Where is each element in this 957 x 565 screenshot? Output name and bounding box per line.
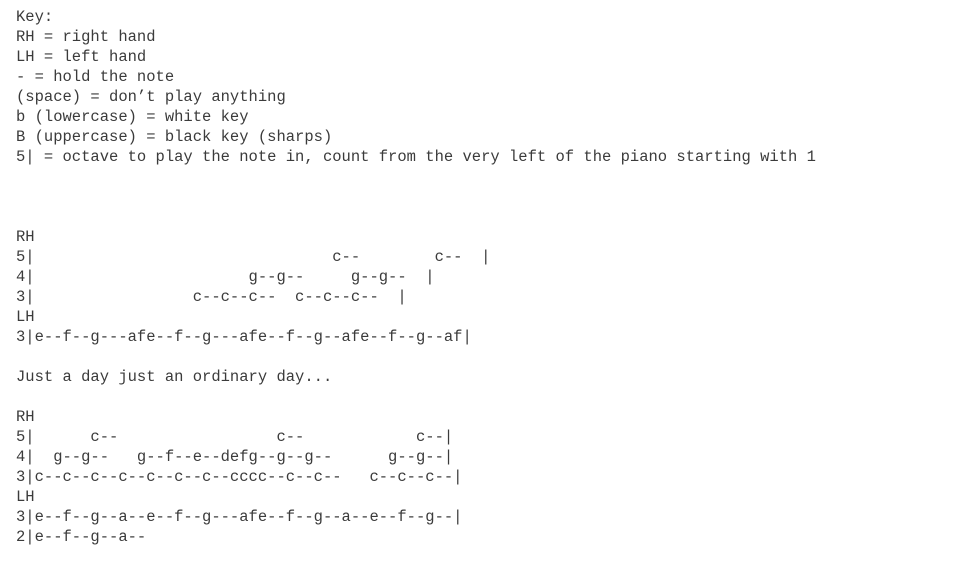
right-hand-label: RH	[16, 408, 35, 426]
tab-line-rh-octave-5: 5| c-- c-- |	[16, 248, 491, 266]
key-black-key-definition: B (uppercase) = black key (sharps)	[16, 128, 333, 146]
tab-section-1: RH 5| c-- c-- | 4| g--g-- g--g-- | 3| c-…	[16, 227, 951, 347]
key-space-definition: (space) = don’t play anything	[16, 88, 286, 106]
key-legend: Key: RH = right hand LH = left hand - = …	[16, 7, 951, 167]
tab-line-rh-octave-3: 3|c--c--c--c--c--c--c--cccc--c--c-- c--c…	[16, 468, 463, 486]
tab-line-rh-octave-5: 5| c-- c-- c--|	[16, 428, 454, 446]
key-rh-definition: RH = right hand	[16, 28, 156, 46]
right-hand-label: RH	[16, 228, 35, 246]
lyric-line: Just a day just an ordinary day...	[16, 368, 333, 386]
tab-document: Key: RH = right hand LH = left hand - = …	[16, 7, 951, 547]
tab-line-lh-octave-2: 2|e--f--g--a--	[16, 528, 147, 546]
key-white-key-definition: b (lowercase) = white key	[16, 108, 249, 126]
tab-line-lh-octave-3: 3|e--f--g---afe--f--g---afe--f--g--afe--…	[16, 328, 472, 346]
key-lh-definition: LH = left hand	[16, 48, 147, 66]
tab-section-2: RH 5| c-- c-- c--| 4| g--g-- g--f--e--de…	[16, 407, 951, 547]
tab-line-lh-octave-3: 3|e--f--g--a--e--f--g---afe--f--g--a--e-…	[16, 508, 463, 526]
tab-line-rh-octave-4: 4| g--g-- g--g-- |	[16, 268, 435, 286]
tab-line-rh-octave-3: 3| c--c--c-- c--c--c-- |	[16, 288, 407, 306]
key-hold-definition: - = hold the note	[16, 68, 175, 86]
key-octave-definition: 5| = octave to play the note in, count f…	[16, 148, 816, 166]
left-hand-label: LH	[16, 308, 35, 326]
tab-line-rh-octave-4: 4| g--g-- g--f--e--defg--g--g-- g--g--|	[16, 448, 454, 466]
key-title: Key:	[16, 8, 54, 26]
left-hand-label: LH	[16, 488, 35, 506]
